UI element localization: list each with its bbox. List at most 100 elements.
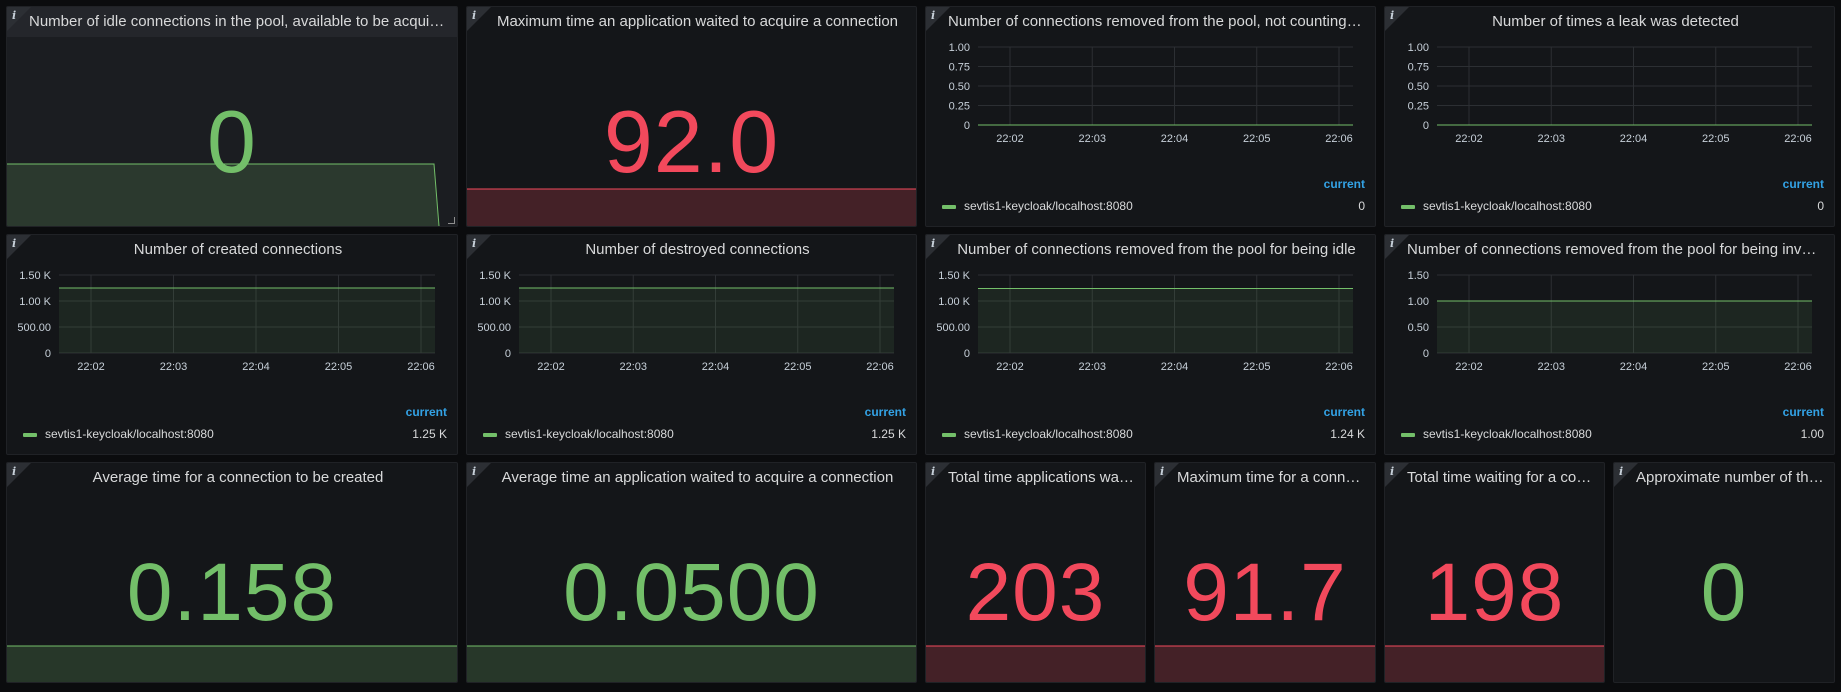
- graph-leak: 0 0.25 0.50 0.75 1.00 22:02 22:03 22:04 22:05 22:…: [1408, 43, 1812, 145]
- sparkline: [7, 163, 440, 226]
- panel-total-wait-create[interactable]: i Total time waiting for a connection to…: [1384, 462, 1605, 683]
- legend-series-name[interactable]: sevtis1-keycloak/localhost:8080: [1423, 427, 1592, 441]
- panel-title[interactable]: Number of created connections: [29, 235, 447, 265]
- panel-title[interactable]: Average time for a connection to be crea…: [29, 463, 447, 493]
- info-icon[interactable]: i: [472, 9, 476, 22]
- legend-series-name[interactable]: sevtis1-keycloak/localhost:8080: [1423, 199, 1592, 213]
- info-icon[interactable]: i: [12, 9, 16, 22]
- legend-current-header[interactable]: current: [1783, 177, 1824, 191]
- x-tick-label: 22:02: [996, 361, 1024, 373]
- info-icon[interactable]: i: [1160, 465, 1164, 478]
- panel-avg-create[interactable]: i Average time for a connection to be cr…: [6, 462, 458, 683]
- legend-series[interactable]: sevtis1-keycloak/localhost:8080 1.24 K: [942, 426, 1365, 442]
- x-tick-label: 22:05: [784, 361, 812, 373]
- panel-title[interactable]: Average time an application waited to ac…: [489, 463, 906, 493]
- y-tick-label: 0: [1423, 120, 1429, 132]
- info-icon[interactable]: i: [1390, 9, 1394, 22]
- panel-title[interactable]: Approximate number of threads blocked wa…: [1636, 463, 1824, 493]
- x-tick-label: 22:02: [537, 361, 565, 373]
- info-icon[interactable]: i: [931, 9, 935, 22]
- legend-series[interactable]: sevtis1-keycloak/localhost:8080 0: [1401, 198, 1824, 214]
- panel-title[interactable]: Number of idle connections in the pool, …: [29, 7, 447, 37]
- stat-value: 0.158: [126, 547, 338, 638]
- panel-removed-invalid[interactable]: i Number of connections removed from the…: [1384, 234, 1835, 455]
- info-icon[interactable]: i: [12, 465, 16, 478]
- info-icon[interactable]: i: [1619, 465, 1623, 478]
- legend-series-name[interactable]: sevtis1-keycloak/localhost:8080: [505, 427, 674, 441]
- y-tick-label: 500.00: [477, 322, 511, 334]
- panel-threads-blocked[interactable]: i Approximate number of threads blocked …: [1613, 462, 1835, 683]
- y-tick-label: 0: [45, 348, 51, 360]
- x-tick-label: 22:04: [1161, 361, 1189, 373]
- legend-color-swatch[interactable]: [483, 432, 497, 437]
- panel-removed-idle[interactable]: i Number of connections removed from the…: [925, 234, 1376, 455]
- y-tick-label: 0.50: [949, 81, 970, 93]
- x-tick-label: 22:02: [77, 361, 105, 373]
- x-tick-label: 22:03: [160, 361, 188, 373]
- x-tick-label: 22:05: [1702, 133, 1730, 145]
- legend-current-value: 1.25 K: [871, 427, 906, 441]
- legend-color-swatch[interactable]: [942, 432, 956, 437]
- stat-value: 92.0: [603, 92, 780, 191]
- resize-handle[interactable]: [448, 217, 455, 224]
- panel-max-wait[interactable]: i Maximum time an application waited to …: [466, 6, 917, 227]
- panel-title[interactable]: Number of connections removed from the p…: [948, 235, 1365, 265]
- info-icon[interactable]: i: [1390, 237, 1394, 250]
- y-tick-label: 1.50 K: [19, 271, 51, 282]
- y-tick-label: 0: [505, 348, 511, 360]
- y-tick-label: 0.75: [949, 62, 970, 74]
- legend-current-header[interactable]: current: [1783, 405, 1824, 419]
- panel-total-wait-apps[interactable]: i Total time applications waited to acqu…: [925, 462, 1146, 683]
- info-corner: [1155, 463, 1179, 487]
- info-corner: [926, 7, 950, 31]
- panel-created[interactable]: i Number of created connections 0 500.00 1…: [6, 234, 458, 455]
- legend-color-swatch[interactable]: [23, 432, 37, 437]
- stat-value: 0.0500: [563, 547, 820, 638]
- panel-title[interactable]: Number of connections removed from the p…: [948, 7, 1365, 37]
- sparkline: [467, 188, 916, 226]
- panel-title[interactable]: Number of connections removed from the p…: [1407, 235, 1824, 265]
- panel-title[interactable]: Total time applications waited to acquir…: [948, 463, 1135, 493]
- x-tick-label: 22:04: [1161, 133, 1189, 145]
- info-icon[interactable]: i: [1390, 465, 1394, 478]
- legend-series-name[interactable]: sevtis1-keycloak/localhost:8080: [45, 427, 214, 441]
- legend-color-swatch[interactable]: [1401, 204, 1415, 209]
- legend-current-header[interactable]: current: [1324, 177, 1365, 191]
- legend-series-name[interactable]: sevtis1-keycloak/localhost:8080: [964, 199, 1133, 213]
- y-tick-label: 0: [1423, 348, 1429, 360]
- legend-current-header[interactable]: current: [865, 405, 906, 419]
- legend-series[interactable]: sevtis1-keycloak/localhost:8080 1.25 K: [483, 426, 906, 442]
- info-icon[interactable]: i: [472, 465, 476, 478]
- legend-series[interactable]: sevtis1-keycloak/localhost:8080 1.00: [1401, 426, 1824, 442]
- panel-max-create[interactable]: i Maximum time for a connection to be cr…: [1154, 462, 1376, 683]
- y-tick-label: 500.00: [17, 322, 51, 334]
- legend-series-name[interactable]: sevtis1-keycloak/localhost:8080: [964, 427, 1133, 441]
- panel-removed-not-invalid[interactable]: i Number of connections removed from the…: [925, 6, 1376, 227]
- sparkline: [7, 645, 457, 682]
- panel-title[interactable]: Maximum time an application waited to ac…: [489, 7, 906, 37]
- info-icon[interactable]: i: [12, 237, 16, 250]
- panel-title[interactable]: Maximum time for a connection to be crea…: [1177, 463, 1365, 493]
- y-tick-label: 0.50: [1408, 81, 1429, 93]
- legend-color-swatch[interactable]: [942, 204, 956, 209]
- panel-title[interactable]: Total time waiting for a connection to b…: [1407, 463, 1594, 493]
- y-tick-label: 0.50: [1408, 322, 1429, 334]
- x-tick-label: 22:05: [325, 361, 353, 373]
- info-icon[interactable]: i: [931, 237, 935, 250]
- panel-title[interactable]: Number of times a leak was detected: [1407, 7, 1824, 37]
- info-corner: [1385, 7, 1409, 31]
- legend-series[interactable]: sevtis1-keycloak/localhost:8080 1.25 K: [23, 426, 447, 442]
- info-icon[interactable]: i: [472, 237, 476, 250]
- panel-title[interactable]: Number of destroyed connections: [489, 235, 906, 265]
- info-icon[interactable]: i: [931, 465, 935, 478]
- legend-current-header[interactable]: current: [1324, 405, 1365, 419]
- panel-avg-wait[interactable]: i Average time an application waited to …: [466, 462, 917, 683]
- sparkline: [926, 645, 1145, 682]
- panel-leak[interactable]: i Number of times a leak was detected 0 0…: [1384, 6, 1835, 227]
- panel-destroyed[interactable]: i Number of destroyed connections 0 500.0…: [466, 234, 917, 455]
- legend-current-header[interactable]: current: [406, 405, 447, 419]
- y-tick-label: 1.00: [1408, 43, 1429, 54]
- legend-color-swatch[interactable]: [1401, 432, 1415, 437]
- panel-idle-connections[interactable]: i Number of idle connections in the pool…: [6, 6, 458, 227]
- legend-series[interactable]: sevtis1-keycloak/localhost:8080 0: [942, 198, 1365, 214]
